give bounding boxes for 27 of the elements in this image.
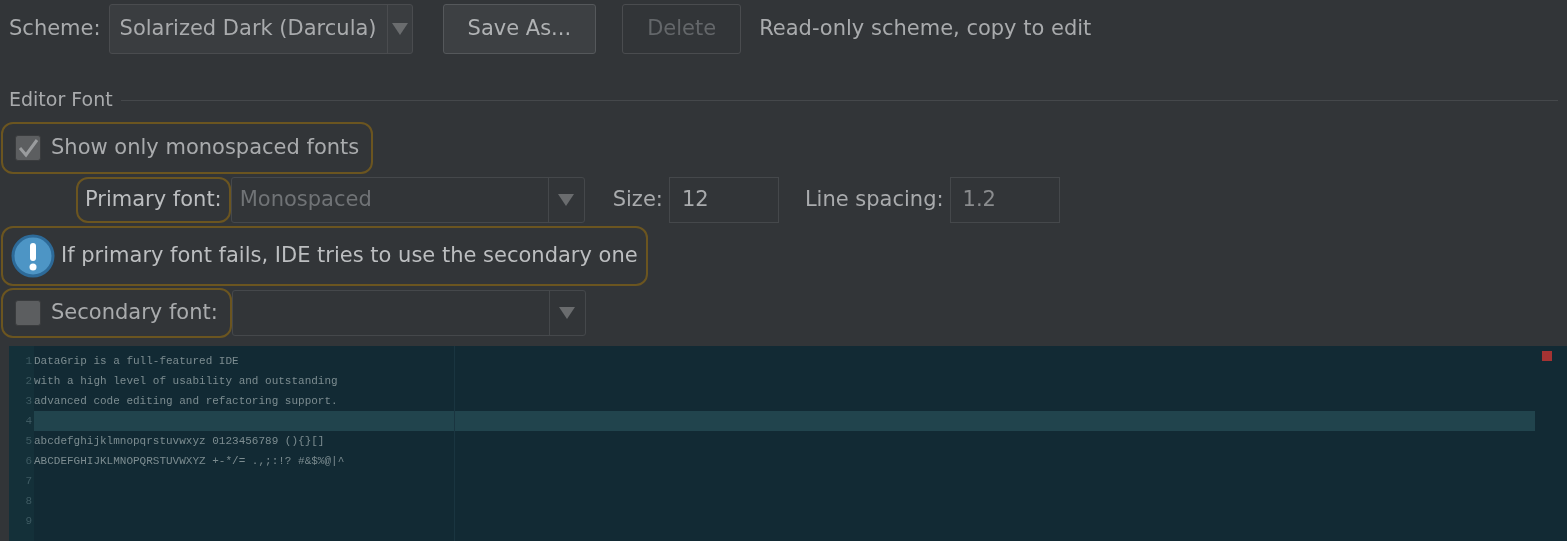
primary-font-label: Primary font: (76, 177, 231, 223)
exclamation-icon (11, 234, 55, 278)
section-title: Editor Font (9, 86, 113, 112)
caret-icon (558, 194, 575, 206)
scheme-label: Scheme: (9, 15, 101, 43)
code-line: abcdefghijklmnopqrstuvwxyz 0123456789 (){}[] (34, 435, 325, 447)
caret-icon (559, 307, 576, 319)
code-line: DataGrip is a full-featured IDE (34, 355, 239, 367)
scheme-button[interactable]: Save As... (442, 4, 597, 54)
code-line: with a high level of usability and outstanding (34, 375, 338, 387)
code-line: advanced code editing and refactoring support. (34, 395, 338, 407)
size-label: Size: (612, 186, 663, 214)
code-line: ABCDEFGHIJKLMNOPQRSTUVWXYZ +-*/= .,;:!? #&$%@|^ (34, 455, 345, 467)
checkbox[interactable] (15, 135, 41, 161)
line-spacing-label: Line spacing: (804, 186, 944, 214)
caret-icon (391, 23, 408, 35)
readonly-note: Read-only scheme, copy to edit (759, 15, 1092, 43)
scheme-dropdown[interactable]: Solarized Dark (Darcula) (108, 4, 413, 54)
line-spacing-field[interactable]: 1.2 (949, 177, 1060, 223)
size-field[interactable]: 12 (668, 177, 779, 223)
info-banner: If primary font fails, IDE tries to use the secondary one (1, 226, 648, 286)
secondary-font-dropdown[interactable] (231, 290, 586, 336)
checkmark-icon (17, 137, 39, 159)
monospaced-checkbox-row[interactable]: Show only monospaced fonts (1, 122, 374, 174)
checkbox[interactable] (15, 300, 41, 326)
error-marker-icon (1542, 351, 1552, 361)
secondary-font-checkbox-row[interactable]: Secondary font: (1, 288, 232, 338)
